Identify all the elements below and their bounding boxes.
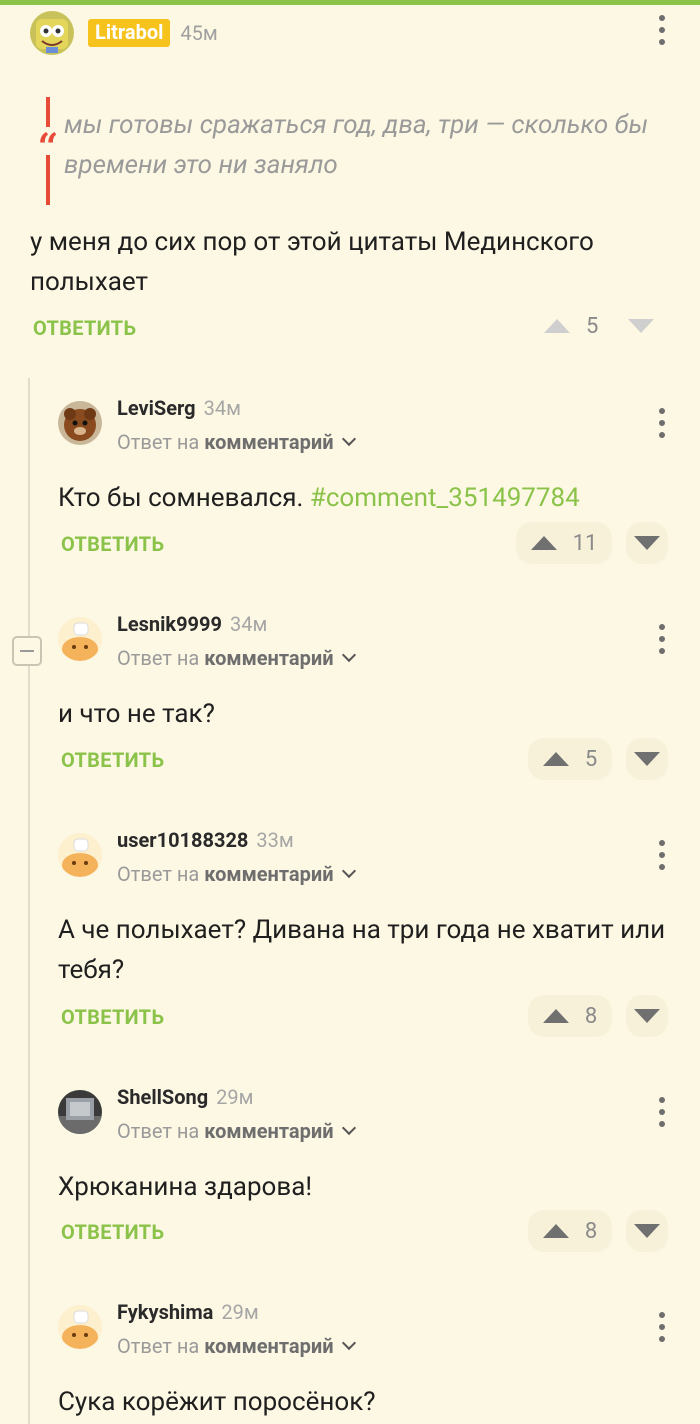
upvote-icon[interactable] <box>530 536 557 550</box>
thread-line <box>28 378 30 1424</box>
reply-text: Кто бы сомневался. #comment_351497784 <box>58 478 678 518</box>
reply-time: 29м <box>216 1085 254 1109</box>
rating-score: 11 <box>572 530 598 556</box>
reply-to-target[interactable]: комментарий <box>204 862 333 886</box>
downvote-button[interactable] <box>626 522 668 564</box>
reply-author[interactable]: user10188328 33м <box>117 828 294 852</box>
upvote-button[interactable]: 11 <box>516 522 612 564</box>
more-options-icon[interactable] <box>657 15 667 45</box>
author-name[interactable]: Fykyshima <box>117 1300 213 1324</box>
author-name[interactable]: user10188328 <box>117 828 248 852</box>
comment-time: 45м <box>180 20 218 45</box>
chevron-down-icon[interactable] <box>341 431 356 447</box>
rating-score: 5 <box>586 313 599 339</box>
downvote-icon[interactable] <box>634 752 660 766</box>
more-options-icon[interactable] <box>657 840 667 870</box>
reply-to-target[interactable]: комментарий <box>204 1334 333 1358</box>
reply-to-target[interactable]: комментарий <box>204 646 333 670</box>
reply-text: А че полыхает? Дивана на три года не хва… <box>58 915 666 985</box>
rating-score: 8 <box>584 1218 598 1244</box>
top-accent-bar <box>0 0 700 5</box>
reply-to-target[interactable]: комментарий <box>204 1119 333 1143</box>
more-options-icon[interactable] <box>657 408 667 438</box>
more-options-icon[interactable] <box>657 1097 667 1127</box>
upvote-button[interactable]: 8 <box>528 995 612 1037</box>
comment-header: Litrabol 45м <box>30 10 218 55</box>
reply-author[interactable]: LeviSerg 34м <box>117 396 241 420</box>
upvote-icon[interactable] <box>544 311 570 341</box>
rating-widget: 5 <box>544 311 655 341</box>
reply-time: 29м <box>221 1300 259 1324</box>
more-options-icon[interactable] <box>657 624 667 654</box>
reply-author[interactable]: Lesnik9999 34м <box>117 612 267 636</box>
reply-text-content: Кто бы сомневался. <box>58 483 304 513</box>
reply-to-prefix: Ответ на <box>117 862 200 886</box>
comment-text: у меня до сих пор от этой цитаты Мединск… <box>30 227 594 297</box>
reply-to[interactable]: Ответ на комментарий <box>117 862 356 886</box>
author-name[interactable]: Lesnik9999 <box>117 612 222 636</box>
upvote-button[interactable]: 8 <box>528 1210 612 1252</box>
reply-button[interactable]: ОТВЕТИТЬ <box>61 1005 164 1029</box>
quote-icon: “ <box>36 126 60 168</box>
avatar[interactable] <box>58 1090 102 1134</box>
chevron-down-icon[interactable] <box>341 1335 356 1351</box>
rating-widget: 8 <box>528 1210 668 1252</box>
avatar[interactable] <box>58 833 102 877</box>
upvote-icon[interactable] <box>542 1224 569 1238</box>
reply-author[interactable]: ShellSong 29м <box>117 1085 253 1109</box>
reply-to-prefix: Ответ на <box>117 646 200 670</box>
chevron-down-icon[interactable] <box>341 647 356 663</box>
reply-button[interactable]: ОТВЕТИТЬ <box>61 1220 164 1244</box>
reply-button[interactable]: ОТВЕТИТЬ <box>61 532 164 556</box>
downvote-button[interactable] <box>626 995 668 1037</box>
reply-time: 34м <box>203 396 241 420</box>
reply-button[interactable]: ОТВЕТИТЬ <box>61 748 164 772</box>
quote-text: мы готовы сражаться год, два, три — скол… <box>64 110 649 180</box>
reply-to-prefix: Ответ на <box>117 1119 200 1143</box>
comment-link[interactable]: #comment_351497784 <box>310 483 580 513</box>
reply-button[interactable]: ОТВЕТИТЬ <box>33 316 136 340</box>
downvote-icon[interactable] <box>634 1224 660 1238</box>
rating-widget: 5 <box>528 738 668 780</box>
avatar[interactable] <box>58 401 102 445</box>
avatar[interactable] <box>58 617 102 661</box>
upvote-icon[interactable] <box>542 752 569 766</box>
author-name[interactable]: ShellSong <box>117 1085 208 1109</box>
author-name[interactable]: LeviSerg <box>117 396 196 420</box>
upvote-button[interactable]: 5 <box>528 738 612 780</box>
collapse-thread-button[interactable] <box>12 636 42 666</box>
reply-text: Сука корёжит поросёнок? <box>58 1387 376 1417</box>
reply-text: Хрюканина здарова! <box>58 1172 313 1202</box>
downvote-icon[interactable] <box>628 311 655 341</box>
more-options-icon[interactable] <box>657 1312 667 1342</box>
downvote-button[interactable] <box>626 1210 668 1252</box>
reply-text: и что не так? <box>58 699 215 729</box>
author-badge[interactable]: Litrabol <box>88 18 171 47</box>
chevron-down-icon[interactable] <box>341 863 356 879</box>
reply-to-prefix: Ответ на <box>117 430 200 454</box>
avatar[interactable] <box>58 1305 102 1349</box>
reply-author[interactable]: Fykyshima 29м <box>117 1300 259 1324</box>
upvote-icon[interactable] <box>542 1009 569 1023</box>
rating-score: 8 <box>584 1003 598 1029</box>
downvote-icon[interactable] <box>634 536 660 550</box>
avatar[interactable] <box>30 10 74 55</box>
chevron-down-icon[interactable] <box>341 1120 356 1136</box>
reply-to-target[interactable]: комментарий <box>204 430 333 454</box>
reply-time: 34м <box>229 612 268 636</box>
reply-to[interactable]: Ответ на комментарий <box>117 646 356 670</box>
reply-to-prefix: Ответ на <box>117 1334 200 1358</box>
rating-score: 5 <box>584 746 598 772</box>
reply-to[interactable]: Ответ на комментарий <box>117 1334 356 1358</box>
reply-to[interactable]: Ответ на комментарий <box>117 430 356 454</box>
downvote-icon[interactable] <box>634 1009 660 1023</box>
downvote-button[interactable] <box>626 738 668 780</box>
rating-widget: 11 <box>516 522 668 564</box>
reply-to[interactable]: Ответ на комментарий <box>117 1119 356 1143</box>
reply-time: 33м <box>256 828 294 852</box>
rating-widget: 8 <box>528 995 668 1037</box>
